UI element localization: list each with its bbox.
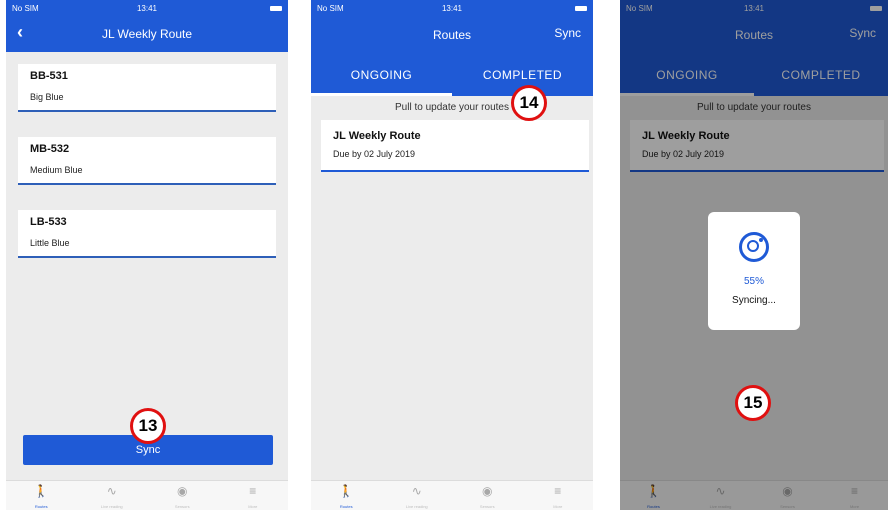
- screen-routes: No SIM 13:41 Routes Sync ONGOING COMPLET…: [311, 0, 593, 510]
- battery-icon: [870, 5, 882, 11]
- clock: 13:41: [441, 3, 463, 13]
- tabbar-item-sensors[interactable]: ◉ Sensors: [452, 481, 523, 510]
- route-title: JL Weekly Route: [333, 130, 421, 142]
- route-title: JL Weekly Route: [642, 130, 730, 142]
- syncing-dialog: 55% Syncing...: [708, 212, 800, 330]
- walking-person-icon: 🚶: [338, 484, 354, 498]
- item-name: Big Blue: [30, 92, 64, 102]
- tabbar-item-routes[interactable]: 🚶 Routes: [620, 481, 687, 510]
- list-item[interactable]: BB-531 Big Blue: [18, 64, 276, 112]
- clock: 13:41: [136, 3, 158, 13]
- sensor-list: BB-531 Big Blue MB-532 Medium Blue LB-53…: [6, 52, 288, 258]
- tabbar-item-more[interactable]: ≡ More: [218, 481, 289, 510]
- pull-to-refresh-hint: Pull to update your routes: [395, 102, 509, 113]
- page-title: Routes: [734, 28, 774, 42]
- menu-icon: ≡: [554, 484, 562, 498]
- pulse-icon: ∿: [715, 484, 726, 498]
- tabbar-item-sensors[interactable]: ◉ Sensors: [754, 481, 821, 510]
- status-bar: No SIM 13:41: [311, 0, 593, 16]
- page-title: Routes: [432, 28, 472, 42]
- tab-bar: 🚶 Routes ∿ Live reading ◉ Sensors ≡ More: [311, 480, 593, 510]
- tabbar-item-sensors[interactable]: ◉ Sensors: [147, 481, 218, 510]
- navigation-bar: Routes Sync: [620, 16, 888, 54]
- screen-routes-syncing: No SIM 13:41 Routes Sync ONGOING COMPLET…: [620, 0, 888, 510]
- sync-nav-button[interactable]: Sync: [554, 26, 581, 40]
- pulse-icon: ∿: [106, 484, 117, 498]
- step-marker-15: 15: [735, 385, 771, 421]
- list-item[interactable]: LB-533 Little Blue: [18, 210, 276, 258]
- list-item[interactable]: MB-532 Medium Blue: [18, 137, 276, 185]
- navigation-bar: ‹ JL Weekly Route: [6, 16, 288, 52]
- item-code: MB-532: [30, 143, 70, 155]
- battery-icon: [575, 5, 587, 11]
- tab-ongoing[interactable]: ONGOING: [620, 54, 754, 96]
- route-card[interactable]: JL Weekly Route Due by 02 July 2019: [630, 120, 884, 172]
- sensor-icon: ◉: [482, 484, 493, 498]
- tabbar-item-live-reading[interactable]: ∿ Live reading: [687, 481, 754, 510]
- segment-tabs: ONGOING COMPLETED: [311, 54, 593, 96]
- tab-bar: 🚶 Routes ∿ Live reading ◉ Sensors ≡ More: [6, 480, 288, 510]
- tabbar-item-routes[interactable]: 🚶 Routes: [311, 481, 382, 510]
- back-chevron-icon[interactable]: ‹: [12, 23, 28, 41]
- walking-person-icon: 🚶: [646, 484, 661, 498]
- pulse-icon: ∿: [411, 484, 422, 498]
- route-card[interactable]: JL Weekly Route Due by 02 July 2019: [321, 120, 589, 172]
- step-marker-14: 14: [511, 85, 547, 121]
- tab-bar: 🚶 Routes ∿ Live reading ◉ Sensors ≡ More: [620, 480, 888, 510]
- navigation-bar: Routes Sync: [311, 16, 593, 54]
- route-due-date: Due by 02 July 2019: [642, 149, 725, 159]
- battery-icon: [270, 5, 282, 11]
- item-code: LB-533: [30, 216, 67, 228]
- clock: 13:41: [743, 3, 765, 13]
- syncing-label: Syncing...: [732, 295, 776, 306]
- carrier-label: No SIM: [317, 3, 344, 13]
- tabbar-item-live-reading[interactable]: ∿ Live reading: [382, 481, 453, 510]
- tab-ongoing[interactable]: ONGOING: [311, 54, 452, 96]
- sync-progress-icon: [739, 232, 769, 262]
- step-marker-13: 13: [130, 408, 166, 444]
- item-name: Little Blue: [30, 238, 70, 248]
- tabbar-item-routes[interactable]: 🚶 Routes: [6, 481, 77, 510]
- page-title: JL Weekly Route: [101, 27, 193, 41]
- tabbar-item-more[interactable]: ≡ More: [821, 481, 888, 510]
- panel-divider: [596, 0, 599, 510]
- carrier-label: No SIM: [12, 3, 39, 13]
- tabbar-item-live-reading[interactable]: ∿ Live reading: [77, 481, 148, 510]
- menu-icon: ≡: [850, 484, 858, 498]
- sync-percent: 55%: [743, 276, 764, 287]
- item-code: BB-531: [30, 70, 68, 82]
- pull-to-refresh-hint: Pull to update your routes: [697, 102, 811, 113]
- sensor-icon: ◉: [782, 484, 793, 498]
- route-due-date: Due by 02 July 2019: [333, 149, 416, 159]
- tab-completed[interactable]: COMPLETED: [754, 54, 888, 96]
- sync-nav-button[interactable]: Sync: [849, 26, 876, 40]
- tabbar-item-more[interactable]: ≡ More: [523, 481, 594, 510]
- carrier-label: No SIM: [626, 3, 653, 13]
- sensor-icon: ◉: [177, 484, 188, 498]
- panel-divider: [288, 0, 291, 510]
- walking-person-icon: 🚶: [33, 484, 49, 498]
- status-bar: No SIM 13:41: [620, 0, 888, 16]
- segment-tabs: ONGOING COMPLETED: [620, 54, 888, 96]
- status-bar: No SIM 13:41: [6, 0, 288, 16]
- menu-icon: ≡: [249, 484, 257, 498]
- item-name: Medium Blue: [30, 165, 83, 175]
